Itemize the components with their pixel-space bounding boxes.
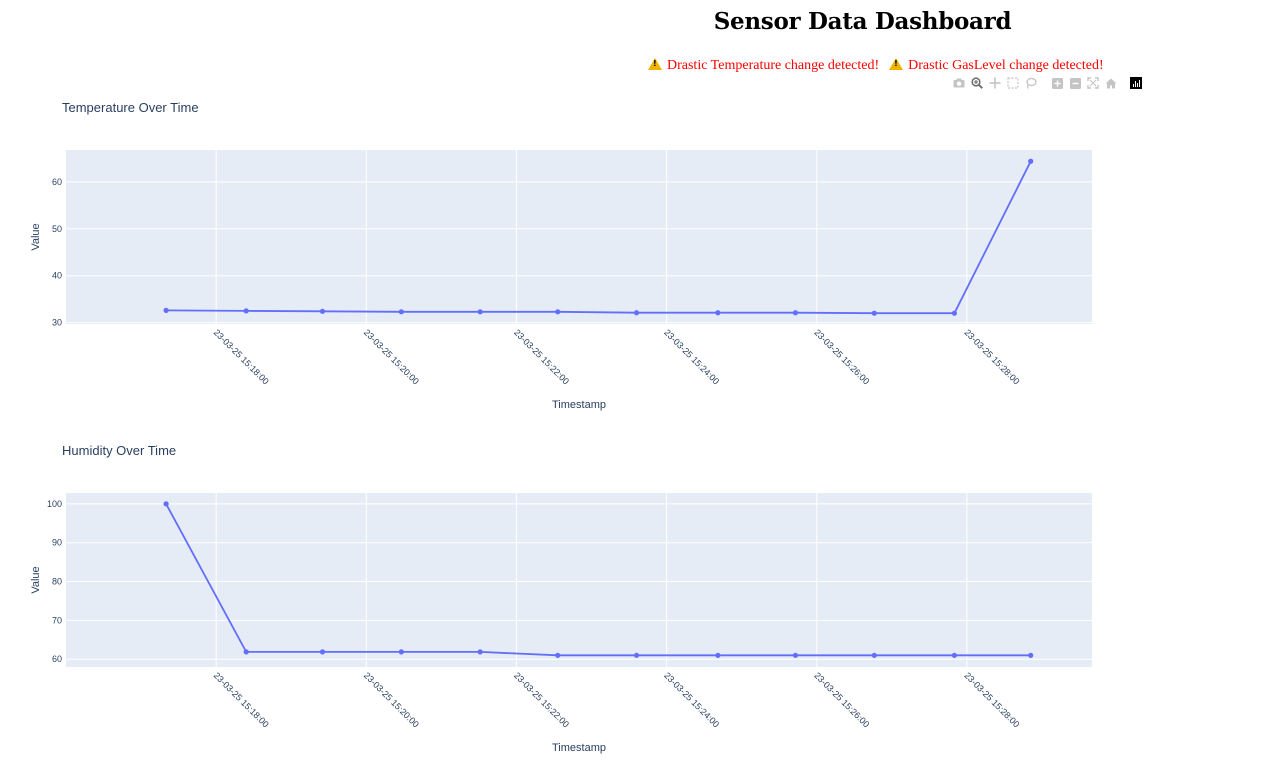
temperature-chart: Temperature Over Time 30 40 50 60 23-03-25 15… bbox=[30, 100, 1092, 411]
x-tick-label: 23-03-25 15:20:00 bbox=[362, 327, 421, 386]
zoom-in-icon[interactable] bbox=[1050, 76, 1064, 90]
home-icon[interactable] bbox=[1104, 76, 1118, 90]
data-point bbox=[555, 309, 561, 315]
data-point bbox=[792, 310, 799, 316]
y-tick-label: 90 bbox=[52, 538, 62, 548]
chart-title: Temperature Over Time bbox=[62, 100, 199, 115]
data-point bbox=[163, 501, 169, 507]
x-tick-label: 23-03-25 15:26:00 bbox=[812, 327, 871, 386]
chart-modebar bbox=[952, 75, 1142, 91]
y-tick-label: 70 bbox=[52, 615, 62, 625]
plot-area bbox=[66, 493, 1092, 667]
data-point bbox=[398, 649, 404, 655]
camera-icon[interactable] bbox=[952, 76, 966, 90]
y-tick-label: 60 bbox=[52, 177, 62, 187]
y-tick-label: 80 bbox=[52, 577, 62, 587]
data-point bbox=[792, 652, 799, 658]
data-point bbox=[319, 308, 326, 314]
data-point bbox=[871, 652, 877, 658]
data-point bbox=[951, 310, 957, 316]
data-point bbox=[715, 310, 721, 316]
y-tick-label: 60 bbox=[52, 654, 62, 664]
data-point bbox=[319, 649, 326, 655]
data-point bbox=[398, 309, 404, 315]
x-axis-title: Timestamp bbox=[552, 399, 606, 411]
zoom-icon[interactable] bbox=[970, 76, 984, 90]
data-point bbox=[633, 652, 640, 658]
pan-icon[interactable] bbox=[988, 76, 1002, 90]
data-point bbox=[951, 652, 957, 658]
plot-area bbox=[66, 150, 1092, 324]
data-point bbox=[1028, 158, 1034, 164]
x-tick-label: 23-03-25 15:26:00 bbox=[812, 670, 871, 729]
x-tick-label: 23-03-25 15:24:00 bbox=[662, 670, 721, 729]
data-point bbox=[715, 652, 721, 658]
plotly-logo-icon[interactable] bbox=[1130, 77, 1142, 89]
x-tick-label: 23-03-25 15:20:00 bbox=[362, 670, 421, 729]
alert-bar: Drastic Temperature change detected! Dras… bbox=[640, 57, 1104, 74]
data-point bbox=[633, 310, 640, 316]
data-point bbox=[555, 652, 561, 658]
x-tick-label: 23-03-25 15:18:00 bbox=[212, 670, 271, 729]
warning-icon bbox=[648, 58, 662, 70]
alert-temperature-text: Drastic Temperature change detected! bbox=[667, 58, 880, 73]
y-axis-title: Value bbox=[30, 223, 42, 250]
lasso-icon[interactable] bbox=[1024, 76, 1038, 90]
box-select-icon[interactable] bbox=[1006, 76, 1020, 90]
x-tick-label: 23-03-25 15:22:00 bbox=[512, 670, 571, 729]
y-axis-title: Value bbox=[30, 566, 42, 593]
x-tick-label: 23-03-25 15:28:00 bbox=[962, 327, 1021, 386]
x-tick-label: 23-03-25 15:22:00 bbox=[512, 327, 571, 386]
dashboard-page: Sensor Data Dashboard Drastic Temperatur… bbox=[0, 0, 1280, 767]
autoscale-icon[interactable] bbox=[1086, 76, 1100, 90]
data-point bbox=[477, 309, 483, 315]
zoom-out-icon[interactable] bbox=[1068, 76, 1082, 90]
x-axis-title: Timestamp bbox=[552, 742, 606, 754]
data-point bbox=[163, 307, 169, 313]
x-tick-label: 23-03-25 15:24:00 bbox=[662, 327, 721, 386]
x-tick-label: 23-03-25 15:18:00 bbox=[212, 327, 271, 386]
y-tick-label: 50 bbox=[52, 224, 62, 234]
alert-temperature: Drastic Temperature change detected! bbox=[640, 57, 879, 74]
alert-gaslevel: Drastic GasLevel change detected! bbox=[881, 57, 1104, 74]
chart-title: Humidity Over Time bbox=[62, 443, 176, 458]
y-tick-label: 100 bbox=[47, 499, 62, 509]
data-point bbox=[871, 310, 877, 316]
y-tick-label: 30 bbox=[52, 318, 62, 328]
warning-icon bbox=[889, 58, 904, 70]
data-point bbox=[477, 649, 483, 655]
x-tick-label: 23-03-25 15:28:00 bbox=[962, 670, 1021, 729]
data-point bbox=[243, 649, 249, 655]
data-point bbox=[243, 308, 249, 314]
humidity-chart: Humidity Over Time 60 70 80 90 100 23-03-25 15… bbox=[30, 443, 1092, 754]
data-point bbox=[1028, 652, 1034, 658]
y-tick-label: 40 bbox=[52, 271, 62, 281]
page-title: Sensor Data Dashboard bbox=[713, 8, 1012, 35]
alert-gaslevel-text: Drastic GasLevel change detected! bbox=[908, 58, 1104, 73]
